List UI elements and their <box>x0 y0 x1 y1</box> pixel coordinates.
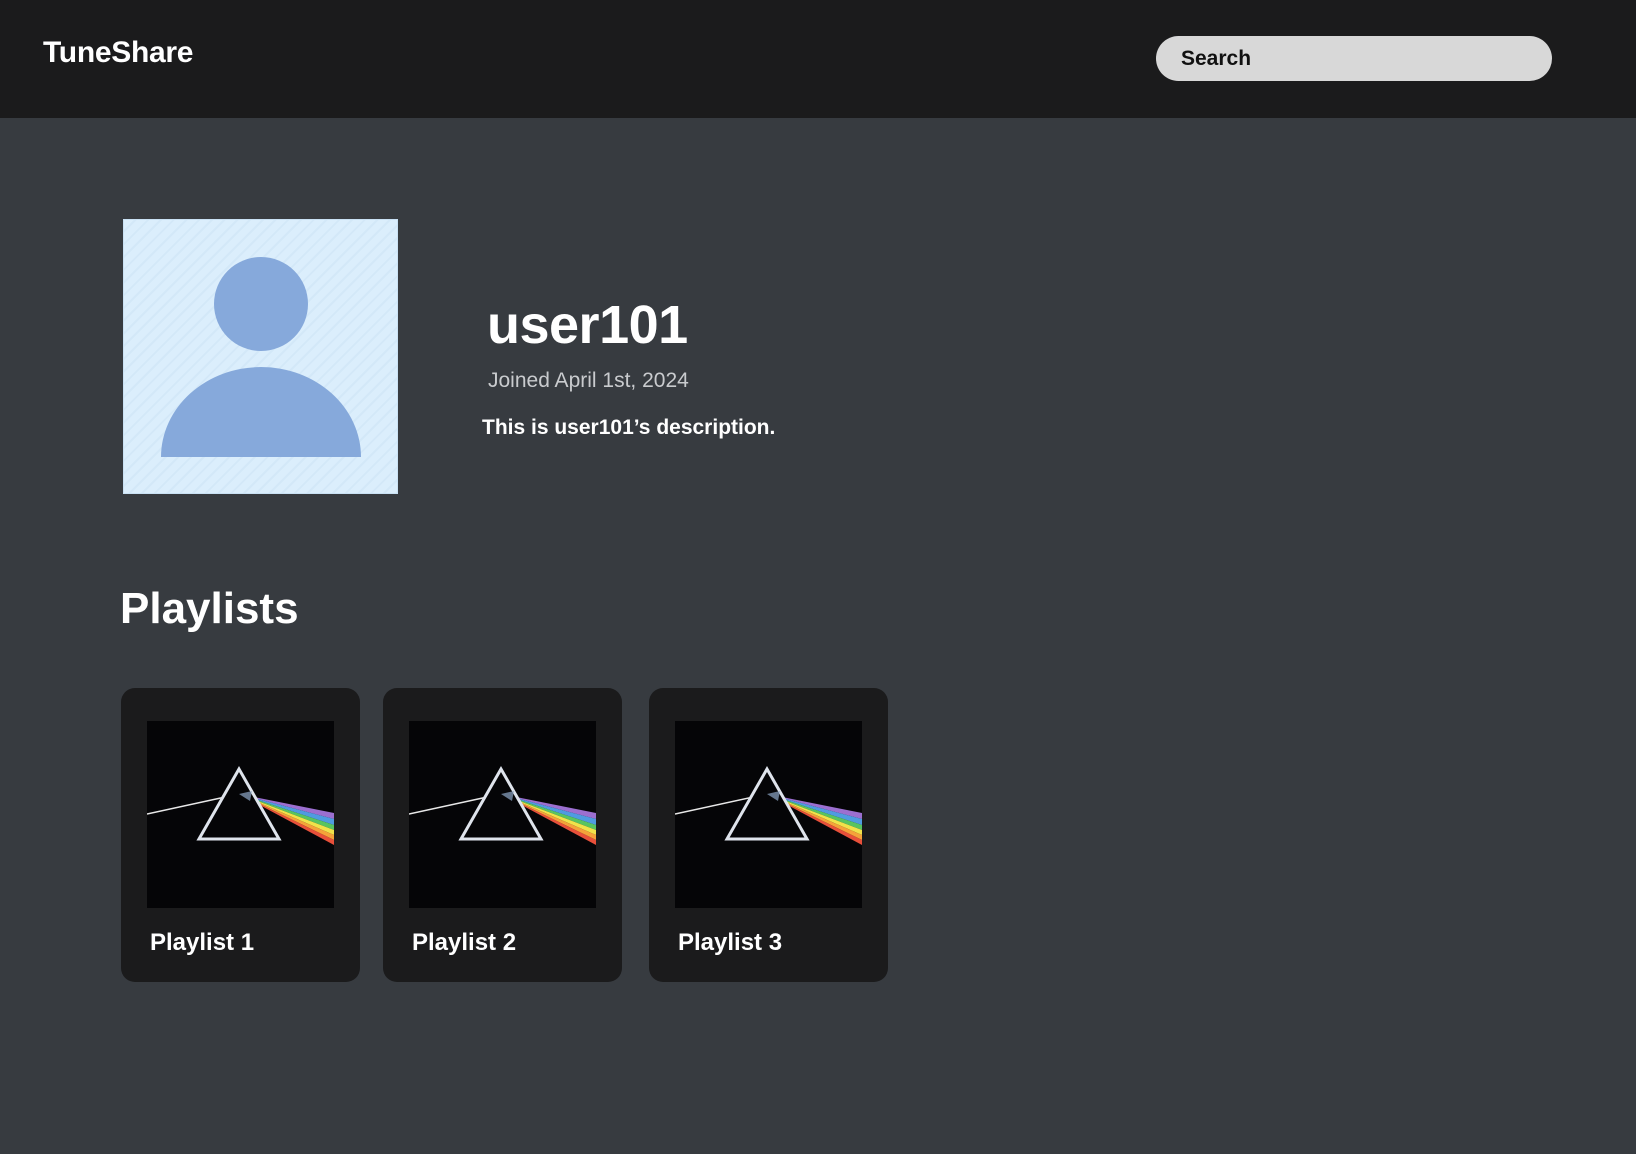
playlist-title: Playlist 1 <box>150 929 255 956</box>
user-silhouette-icon <box>161 257 361 457</box>
prism-album-cover-icon <box>147 765 334 845</box>
app-logo[interactable]: TuneShare <box>43 36 193 70</box>
playlist-cover <box>147 721 334 908</box>
playlist-title: Playlist 3 <box>678 929 783 956</box>
top-bar: TuneShare <box>0 0 1636 118</box>
avatar <box>123 219 398 494</box>
prism-album-cover-icon <box>409 765 596 845</box>
prism-album-cover-icon <box>675 765 862 845</box>
playlist-cover <box>675 721 862 908</box>
playlist-cover <box>409 721 596 908</box>
profile-description: This is user101’s description. <box>482 416 776 439</box>
search-input[interactable] <box>1156 36 1552 81</box>
playlist-card[interactable]: Playlist 3 <box>649 688 888 982</box>
playlist-card[interactable]: Playlist 2 <box>383 688 622 982</box>
profile-username: user101 <box>487 295 688 355</box>
playlist-title: Playlist 2 <box>412 929 517 956</box>
profile-joined-date: Joined April 1st, 2024 <box>488 369 689 392</box>
playlists-heading: Playlists <box>120 584 299 633</box>
playlist-card[interactable]: Playlist 1 <box>121 688 360 982</box>
